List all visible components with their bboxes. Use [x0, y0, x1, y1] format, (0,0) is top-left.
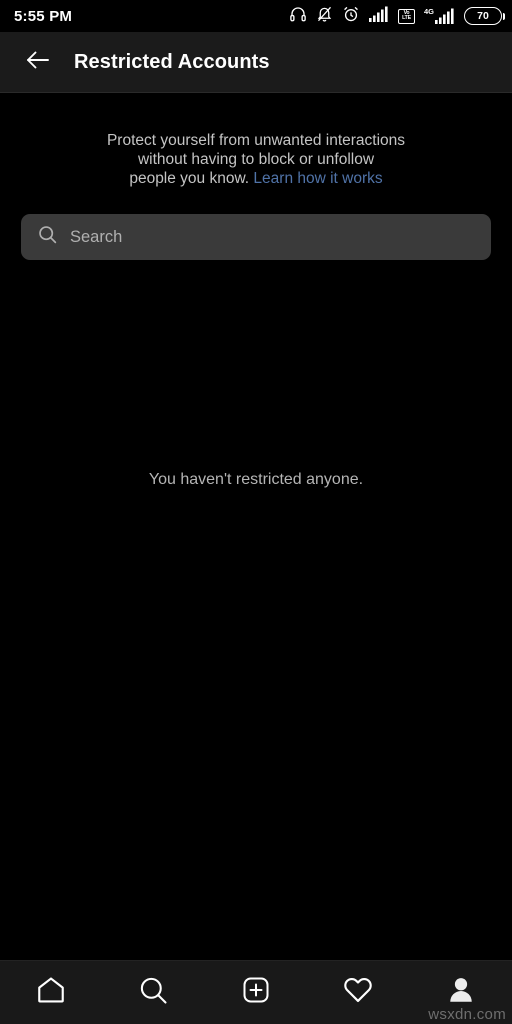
status-bar-time: 5:55 PM — [14, 7, 73, 25]
battery-indicator: 70 — [464, 7, 505, 25]
alarm-clock-icon — [342, 5, 360, 28]
nav-item-profile[interactable] — [410, 961, 512, 1024]
empty-state-message: You haven't restricted anyone. — [148, 471, 364, 488]
description-line-1: Protect yourself from unwanted interacti… — [106, 132, 406, 149]
headphones-icon — [289, 5, 307, 28]
learn-how-it-works-link[interactable]: Learn how it works — [253, 170, 382, 187]
nav-item-activity[interactable] — [307, 961, 409, 1024]
page-title: Restricted Accounts — [74, 50, 270, 73]
heart-icon — [342, 974, 374, 1011]
home-icon — [35, 974, 67, 1011]
nav-item-home[interactable] — [0, 961, 102, 1024]
volte-icon: Vo LTE — [397, 8, 415, 24]
main-content: Protect yourself from unwanted interacti… — [0, 93, 512, 960]
search-input[interactable] — [70, 227, 475, 247]
nav-item-create[interactable] — [205, 961, 307, 1024]
add-post-icon — [241, 975, 271, 1010]
battery-level-label: 70 — [477, 10, 489, 22]
status-bar-icons: Vo LTE 4G 70 — [289, 5, 505, 28]
notifications-muted-icon — [316, 5, 333, 28]
app-screen: 5:55 PM Vo LTE 4G 70 Restricted Accounts… — [0, 0, 512, 1024]
app-header: Restricted Accounts — [0, 32, 512, 93]
nav-item-search[interactable] — [102, 961, 204, 1024]
description-line-3: people you know. — [129, 170, 254, 188]
back-button[interactable] — [16, 40, 60, 84]
description-text: Protect yourself from unwanted interacti… — [36, 131, 476, 188]
description-line-2: without having to block or unfollow — [137, 151, 375, 169]
back-arrow-icon — [24, 46, 52, 79]
signal-bars-sim1-icon — [368, 6, 389, 27]
search-field[interactable] — [21, 214, 491, 261]
bottom-navigation: wsxdn.com — [0, 960, 512, 1024]
search-icon — [37, 224, 58, 250]
status-bar: 5:55 PM Vo LTE 4G 70 — [0, 0, 512, 32]
search-container — [0, 188, 512, 261]
profile-icon — [446, 975, 476, 1010]
network-type-label: 4G — [423, 7, 434, 16]
search-icon — [138, 975, 169, 1011]
signal-bars-sim2-icon: 4G — [423, 7, 455, 24]
